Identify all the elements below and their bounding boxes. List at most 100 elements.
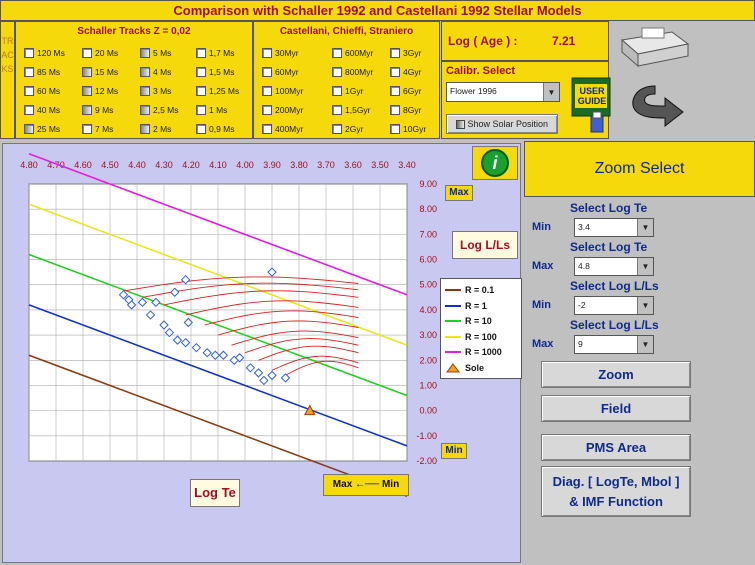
chevron-down-icon[interactable]: ▼ xyxy=(637,297,653,314)
return-arrow-icon[interactable] xyxy=(625,80,687,134)
x-tick-label: 3.70 xyxy=(317,160,335,170)
user-guide-button[interactable]: USER GUIDE xyxy=(569,76,617,134)
schaller-checkbox[interactable]: 1,5 Ms xyxy=(196,67,235,77)
show-solar-label: Show Solar Position xyxy=(467,119,549,129)
schaller-checkbox[interactable]: 1,25 Ms xyxy=(196,86,239,96)
checkbox-box[interactable] xyxy=(196,86,206,96)
schaller-checkbox[interactable]: 12 Ms xyxy=(82,86,118,96)
castellani-checkbox[interactable]: 6Gyr xyxy=(390,86,421,96)
checkbox-box[interactable] xyxy=(332,124,342,134)
schaller-checkbox[interactable]: 1,7 Ms xyxy=(196,48,235,58)
castellani-checkbox[interactable]: 30Myr xyxy=(262,48,299,58)
checkbox-box[interactable] xyxy=(262,48,272,58)
checkbox-box[interactable] xyxy=(24,86,34,96)
range-dropdown[interactable]: 9 ▼ xyxy=(574,335,654,354)
checkbox-box[interactable] xyxy=(24,48,34,58)
legend-label: R = 1 xyxy=(465,300,487,311)
checkbox-box[interactable] xyxy=(390,86,400,96)
schaller-checkbox[interactable]: 2 Ms xyxy=(140,124,171,134)
checkbox-box[interactable] xyxy=(262,105,272,115)
checkbox-box[interactable] xyxy=(390,124,400,134)
checkbox-box[interactable] xyxy=(82,86,92,96)
schaller-checkbox[interactable]: 4 Ms xyxy=(140,67,171,77)
checkbox-box[interactable] xyxy=(390,67,400,77)
checkbox-box[interactable] xyxy=(82,105,92,115)
checkbox-box[interactable] xyxy=(24,67,34,77)
schaller-checkbox[interactable]: 5 Ms xyxy=(140,48,171,58)
castellani-checkbox[interactable]: 2Gyr xyxy=(332,124,363,134)
schaller-checkbox-label: 1 Ms xyxy=(209,105,228,115)
checkbox-box[interactable] xyxy=(82,48,92,58)
checkbox-box[interactable] xyxy=(390,48,400,58)
castellani-checkbox[interactable]: 800Myr xyxy=(332,67,373,77)
info-button[interactable]: i xyxy=(472,146,518,180)
castellani-checkbox[interactable]: 4Gyr xyxy=(390,67,421,77)
checkbox-box[interactable] xyxy=(332,48,342,58)
chevron-down-icon[interactable]: ▼ xyxy=(637,219,653,236)
castellani-checkbox[interactable]: 100Myr xyxy=(262,86,303,96)
range-dropdown-value: 9 xyxy=(578,339,583,349)
checkbox-box[interactable] xyxy=(82,124,92,134)
schaller-checkbox-label: 60 Ms xyxy=(37,86,61,96)
castellani-checkbox[interactable]: 1,5Gyr xyxy=(332,105,371,115)
schaller-checkbox[interactable]: 7 Ms xyxy=(82,124,113,134)
castellani-checkbox[interactable]: 600Myr xyxy=(332,48,373,58)
checkbox-box[interactable] xyxy=(332,86,342,96)
schaller-checkbox[interactable]: 9 Ms xyxy=(82,105,113,115)
schaller-checkbox[interactable]: 15 Ms xyxy=(82,67,118,77)
checkbox-box[interactable] xyxy=(140,124,150,134)
checkbox-box[interactable] xyxy=(332,67,342,77)
field-button[interactable]: Field xyxy=(541,395,691,422)
checkbox-box[interactable] xyxy=(332,105,342,115)
castellani-checkbox[interactable]: 1Gyr xyxy=(332,86,363,96)
checkbox-box[interactable] xyxy=(262,67,272,77)
checkbox-box[interactable] xyxy=(262,86,272,96)
chevron-down-icon[interactable]: ▼ xyxy=(543,83,559,101)
schaller-checkbox[interactable]: 85 Ms xyxy=(24,67,60,77)
range-dropdown[interactable]: 3.4 ▼ xyxy=(574,218,654,237)
checkbox-box[interactable] xyxy=(140,86,150,96)
y-tick-label: 1.00 xyxy=(419,380,437,390)
selector-side-label: Min xyxy=(532,221,551,233)
diag-imf-button[interactable]: Diag. [ LogTe, Mbol ] & IMF Function xyxy=(541,466,691,517)
range-dropdown[interactable]: 4.8 ▼ xyxy=(574,257,654,276)
schaller-checkbox[interactable]: 3 Ms xyxy=(140,86,171,96)
checkbox-box[interactable] xyxy=(24,105,34,115)
schaller-checkbox[interactable]: 1 Ms xyxy=(196,105,227,115)
zoom-button[interactable]: Zoom xyxy=(541,361,691,388)
checkbox-box[interactable] xyxy=(196,48,206,58)
checkbox-box[interactable] xyxy=(196,105,206,115)
chevron-down-icon[interactable]: ▼ xyxy=(637,258,653,275)
castellani-checkbox[interactable]: 400Myr xyxy=(262,124,303,134)
schaller-checkbox[interactable]: 120 Ms xyxy=(24,48,65,58)
sun-marker-icon xyxy=(446,362,460,372)
castellani-checkbox[interactable]: 60Myr xyxy=(262,67,299,77)
checkbox-box[interactable] xyxy=(196,124,206,134)
checkbox-box[interactable] xyxy=(262,124,272,134)
checkbox-box[interactable] xyxy=(82,67,92,77)
castellani-checkbox[interactable]: 8Gyr xyxy=(390,105,421,115)
schaller-checkbox[interactable]: 60 Ms xyxy=(24,86,60,96)
schaller-checkbox[interactable]: 25 Ms xyxy=(24,124,60,134)
schaller-checkbox[interactable]: 2,5 Ms xyxy=(140,105,179,115)
castellani-checkbox[interactable]: 200Myr xyxy=(262,105,303,115)
x-axis-label: Log Te xyxy=(190,479,240,507)
printer-icon[interactable] xyxy=(612,26,692,70)
castellani-checkbox[interactable]: 10Gyr xyxy=(390,124,426,134)
checkbox-box[interactable] xyxy=(140,105,150,115)
range-dropdown[interactable]: -2 ▼ xyxy=(574,296,654,315)
castellani-checkbox[interactable]: 3Gyr xyxy=(390,48,421,58)
schaller-checkbox[interactable]: 0,9 Ms xyxy=(196,124,235,134)
checkbox-box[interactable] xyxy=(140,48,150,58)
checkbox-box[interactable] xyxy=(24,124,34,134)
schaller-checkbox[interactable]: 20 Ms xyxy=(82,48,118,58)
chevron-down-icon[interactable]: ▼ xyxy=(637,336,653,353)
checkbox-box[interactable] xyxy=(196,67,206,77)
calibration-dropdown[interactable]: Flower 1996 ▼ xyxy=(446,82,560,102)
checkbox-box[interactable] xyxy=(140,67,150,77)
castellani-checkbox-label: 60Myr xyxy=(275,67,299,77)
show-solar-button[interactable]: Show Solar Position xyxy=(446,114,558,134)
schaller-checkbox[interactable]: 40 Ms xyxy=(24,105,60,115)
pms-area-button[interactable]: PMS Area xyxy=(541,434,691,461)
checkbox-box[interactable] xyxy=(390,105,400,115)
